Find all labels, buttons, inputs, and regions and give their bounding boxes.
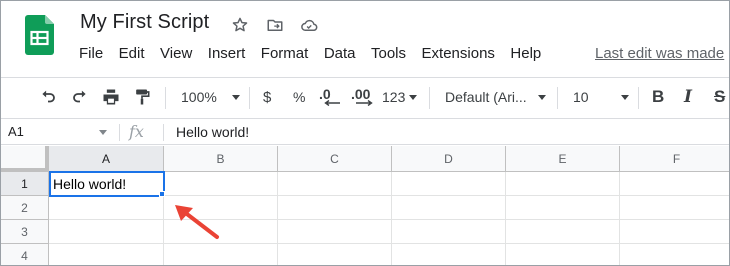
cell-d1[interactable] <box>392 172 506 196</box>
last-edit-link[interactable]: Last edit was made <box>595 45 724 62</box>
cell-a3[interactable] <box>49 220 164 244</box>
zoom-select[interactable]: 100% <box>181 86 240 108</box>
cell-b4[interactable] <box>164 244 278 265</box>
menu-file[interactable]: File <box>79 45 103 62</box>
menu-format[interactable]: Format <box>261 45 309 62</box>
cell-e3[interactable] <box>506 220 620 244</box>
move-to-folder-icon[interactable] <box>265 15 285 35</box>
percent-format-button[interactable]: % <box>293 86 305 108</box>
arrow-right-icon <box>356 100 373 106</box>
toolbar: 100% $ % .0 .00 123 Default (Ari... 10 B… <box>1 77 729 117</box>
menu-help[interactable]: Help <box>510 45 541 62</box>
chevron-down-icon[interactable] <box>99 130 107 135</box>
redo-icon[interactable] <box>69 86 91 108</box>
formula-bar: A1 fx Hello world! <box>1 118 729 145</box>
formula-divider <box>163 124 164 141</box>
column-header-a[interactable]: A <box>49 146 164 172</box>
decrease-decimal-button[interactable]: .0 <box>319 86 341 108</box>
toolbar-divider <box>165 87 166 109</box>
currency-format-button[interactable]: $ <box>263 86 271 108</box>
cell-d4[interactable] <box>392 244 506 265</box>
cell-d2[interactable] <box>392 196 506 220</box>
menu-bar: File Edit View Insert Format Data Tools … <box>79 45 557 62</box>
italic-button[interactable]: I <box>684 86 692 108</box>
selected-cell-outline <box>49 171 165 197</box>
menu-tools[interactable]: Tools <box>371 45 406 62</box>
sheet-grid: A B C D E F 1 2 3 4 Hello world! <box>1 146 729 265</box>
app-header: My First Script File Edit View Insert Fo… <box>1 1 729 77</box>
cell-e2[interactable] <box>506 196 620 220</box>
menu-data[interactable]: Data <box>324 45 356 62</box>
chevron-down-icon <box>620 94 629 100</box>
print-icon[interactable] <box>100 86 122 108</box>
document-title[interactable]: My First Script <box>80 11 209 34</box>
menu-extensions[interactable]: Extensions <box>422 45 495 62</box>
cell-f1[interactable] <box>620 172 729 196</box>
cell-f4[interactable] <box>620 244 729 265</box>
chevron-down-icon <box>231 94 240 100</box>
cell-a4[interactable] <box>49 244 164 265</box>
strikethrough-button[interactable]: S <box>714 86 725 108</box>
annotation-arrow-icon <box>175 205 219 239</box>
more-formats-select[interactable]: 123 <box>382 86 418 108</box>
cell-a2[interactable] <box>49 196 164 220</box>
cell-e4[interactable] <box>506 244 620 265</box>
cell-e1[interactable] <box>506 172 620 196</box>
undo-icon[interactable] <box>37 86 59 108</box>
column-header-e[interactable]: E <box>506 146 620 172</box>
cell-c4[interactable] <box>278 244 392 265</box>
cell-b1[interactable] <box>164 172 278 196</box>
row-header-4[interactable]: 4 <box>1 244 49 265</box>
increase-decimal-button[interactable]: .00 <box>351 86 375 108</box>
zoom-value: 100% <box>181 89 217 105</box>
row-header-2[interactable]: 2 <box>1 196 49 220</box>
font-family-value: Default (Ari... <box>445 89 527 105</box>
cell-d3[interactable] <box>392 220 506 244</box>
cell-f2[interactable] <box>620 196 729 220</box>
name-box[interactable]: A1 <box>8 124 24 139</box>
column-header-d[interactable]: D <box>392 146 506 172</box>
arrow-left-icon <box>324 100 340 106</box>
menu-view[interactable]: View <box>160 45 192 62</box>
more-formats-label: 123 <box>382 89 406 105</box>
chevron-down-icon <box>409 94 418 100</box>
cell-f3[interactable] <box>620 220 729 244</box>
font-size-value: 10 <box>573 89 589 105</box>
cell-c3[interactable] <box>278 220 392 244</box>
menu-edit[interactable]: Edit <box>119 45 145 62</box>
star-icon[interactable] <box>230 15 250 35</box>
cell-c1[interactable] <box>278 172 392 196</box>
toolbar-divider <box>249 87 250 109</box>
font-family-select[interactable]: Default (Ari... <box>445 86 546 108</box>
column-header-b[interactable]: B <box>164 146 278 172</box>
menu-insert[interactable]: Insert <box>208 45 246 62</box>
spreadsheet-window: My First Script File Edit View Insert Fo… <box>0 0 730 266</box>
column-header-f[interactable]: F <box>620 146 729 172</box>
toolbar-divider <box>557 87 558 109</box>
formula-input[interactable]: Hello world! <box>176 124 249 140</box>
cloud-saved-icon[interactable] <box>299 15 319 35</box>
row-header-3[interactable]: 3 <box>1 220 49 244</box>
google-sheets-logo-icon[interactable] <box>25 15 54 55</box>
toolbar-divider <box>638 87 639 109</box>
fill-handle[interactable] <box>159 191 165 197</box>
row-header-1[interactable]: 1 <box>1 172 49 196</box>
function-icon: fx <box>129 122 144 141</box>
formula-divider <box>119 124 120 141</box>
select-all-corner[interactable] <box>1 146 49 172</box>
column-header-c[interactable]: C <box>278 146 392 172</box>
font-size-select[interactable]: 10 <box>573 86 629 108</box>
bold-button[interactable]: B <box>652 86 664 108</box>
cell-c2[interactable] <box>278 196 392 220</box>
chevron-down-icon <box>537 94 546 100</box>
toolbar-divider <box>429 87 430 109</box>
paint-format-icon[interactable] <box>132 86 152 108</box>
